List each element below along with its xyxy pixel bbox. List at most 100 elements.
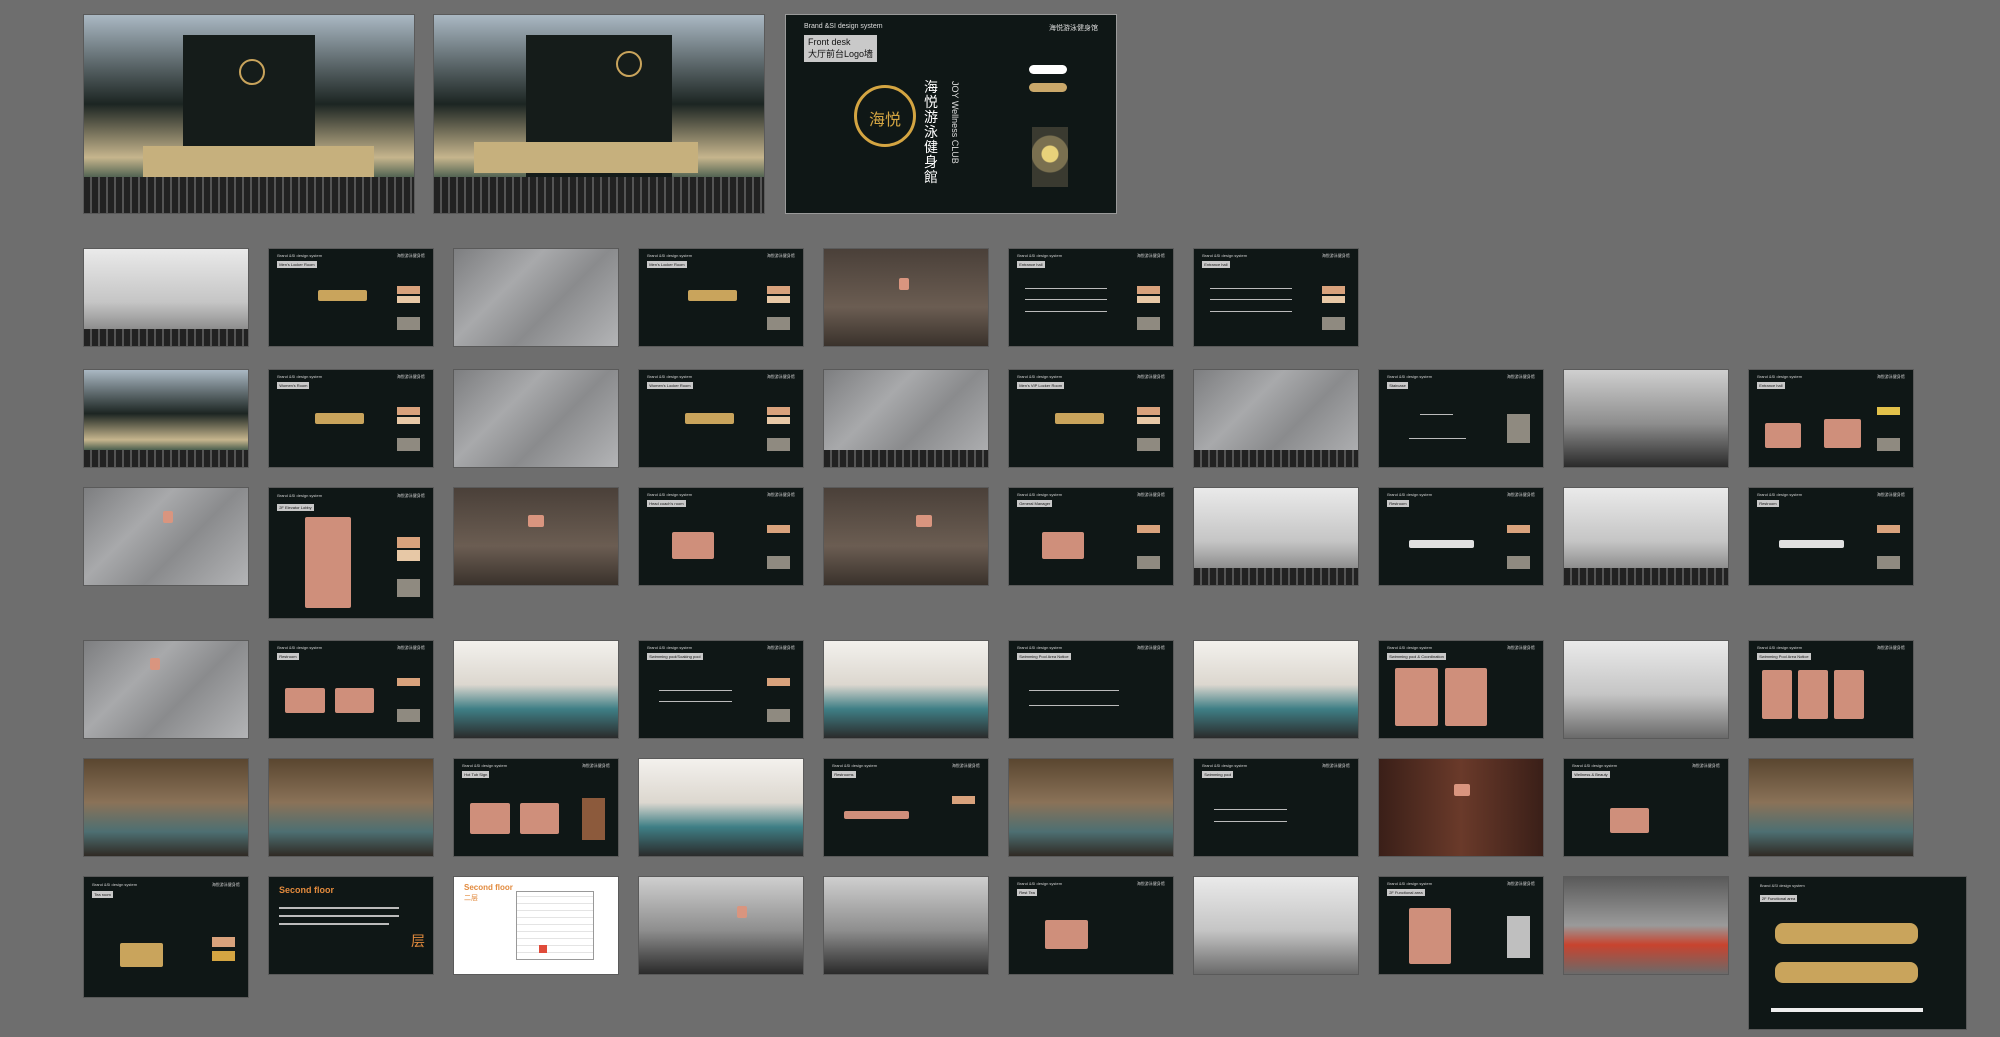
thumbnail-pool-render-4[interactable] xyxy=(638,758,804,857)
thumbnail-pool-render-3[interactable] xyxy=(1193,640,1359,739)
thumbnail-pool-render-5[interactable] xyxy=(1008,758,1174,857)
material-photo xyxy=(1506,915,1530,959)
board-header-left: Brand &SI design system xyxy=(1017,644,1063,650)
thumbnail-spa-render-2[interactable] xyxy=(268,758,434,857)
sign-preview xyxy=(318,289,368,302)
thumbnail-marble-render[interactable] xyxy=(453,248,619,347)
material-swatch-white xyxy=(1029,65,1067,74)
floor-pattern xyxy=(84,328,248,346)
thumbnail-restroom-render[interactable] xyxy=(1563,487,1729,586)
thumbnail-door-render-3[interactable] xyxy=(1378,758,1544,857)
material-swatch xyxy=(1876,524,1900,533)
thumbnail-entrance-hall-spec-3[interactable]: Brand &SI design system 海悦游泳健身馆 Entrance… xyxy=(1748,369,1914,468)
thumbnail-restroom-spec[interactable]: Brand &SI design system 海悦游泳健身馆 Restroom xyxy=(1378,487,1544,586)
floor-pattern xyxy=(84,177,414,213)
board-header-right: 海悦游泳健身馆 xyxy=(1136,491,1165,497)
material-swatch xyxy=(1136,295,1160,304)
hanging-directory-sign xyxy=(1775,962,1919,984)
sign-preview xyxy=(334,687,374,713)
thumbnail-marble-render-3[interactable] xyxy=(823,369,989,468)
thumbnail-2f-functional-spec-2[interactable]: Brand &SI design system 2F Functional ar… xyxy=(1748,876,1967,1030)
sign-preview xyxy=(285,687,325,713)
thumbnail-corridor-render-4[interactable] xyxy=(823,876,989,975)
material-swatch xyxy=(1321,285,1345,294)
thumbnail-entrance-hall-spec[interactable]: Brand &SI design system 海悦游泳健身馆 Entrance… xyxy=(1008,248,1174,347)
board-header-left: Brand &SI design system xyxy=(1757,373,1803,379)
sign-preview xyxy=(671,531,715,559)
thumbnail-door-render-2[interactable] xyxy=(823,487,989,586)
thumbnail-pool-render[interactable] xyxy=(453,640,619,739)
board-label: Entrance hall xyxy=(1202,260,1230,268)
thumbnail-spa-render[interactable] xyxy=(83,758,249,857)
board-label: Entrance hall xyxy=(1757,381,1785,389)
thumbnail-pool-notice-spec[interactable]: Brand &SI design system 海悦游泳健身馆 Swimming… xyxy=(1008,640,1174,739)
thumbnail-front-desk-render-2[interactable] xyxy=(433,14,765,214)
board-header-right: 海悦游泳健身馆 xyxy=(1691,762,1720,768)
directory-line xyxy=(658,689,733,691)
thumbnail-glass-corridor-render[interactable] xyxy=(638,876,804,975)
thumbnail-marble-render-2[interactable] xyxy=(453,369,619,468)
thumbnail-womens-locker-spec[interactable]: Brand &SI design system 海悦游泳健身馆 Women's … xyxy=(638,369,804,468)
thumbnail-tea-room-spec[interactable]: Brand &SI design system 海悦游泳健身馆 Tea room xyxy=(83,876,249,998)
board-header-left: Brand &SI design system xyxy=(277,373,323,379)
sign-preview xyxy=(843,811,910,820)
thumbnail-restrooms-spec[interactable]: Brand &SI design system 海悦游泳健身馆 Restroom… xyxy=(823,758,989,857)
material-swatch xyxy=(766,406,790,415)
thumbnail-front-desk-spec-board[interactable]: Brand &SI design system 海悦游泳健身馆 Front de… xyxy=(785,14,1117,214)
thumbnail-corridor-render-2[interactable] xyxy=(1563,369,1729,468)
thumbnail-head-coach-room-spec[interactable]: Brand &SI design system 海悦游泳健身馆 Head coa… xyxy=(638,487,804,586)
board-header-left: Brand &SI design system xyxy=(647,491,693,497)
thumbnail-second-floor-title[interactable]: Second floor 层 xyxy=(268,876,434,975)
thumbnail-pool-render-2[interactable] xyxy=(823,640,989,739)
thumbnail-pool-notice-spec-2[interactable]: Brand &SI design system 海悦游泳健身馆 Swimming… xyxy=(1748,640,1914,739)
board-header-right: 海悦游泳健身馆 xyxy=(396,373,425,379)
sign-preview xyxy=(1765,423,1802,448)
thumbnail-restroom-spec-3[interactable]: Brand &SI design system 海悦游泳健身馆 Restroom xyxy=(268,640,434,739)
thumbnail-lounge-render-2[interactable] xyxy=(1563,876,1729,975)
thumbnail-entrance-hall-spec-2[interactable]: Brand &SI design system 海悦游泳健身馆 Entrance… xyxy=(1193,248,1359,347)
board-label: Men's Locker Room xyxy=(647,260,687,268)
board-header-left: Brand &SI design system xyxy=(1757,644,1803,650)
thumbnail-pool-coordination-spec[interactable]: Brand &SI design system 海悦游泳健身馆 Swimming… xyxy=(1378,640,1544,739)
thumbnail-front-desk-render-1[interactable] xyxy=(83,14,415,214)
thumbnail-door-render[interactable] xyxy=(453,487,619,586)
board-header-left: Brand &SI design system xyxy=(647,644,693,650)
material-photo xyxy=(1876,555,1900,570)
thumbnail-restroom-spec-2[interactable]: Brand &SI design system 海悦游泳健身馆 Restroom xyxy=(1748,487,1914,586)
thumbnail-wellness-beauty-spec[interactable]: Brand &SI design system 海悦游泳健身馆 Wellness… xyxy=(1563,758,1729,857)
thumbnail-pool-soaking-spec[interactable]: Brand &SI design system 海悦游泳健身馆 Swimming… xyxy=(638,640,804,739)
plan-title-cn: 二层 xyxy=(464,895,478,902)
thumbnail-mens-vip-locker-spec[interactable]: Brand &SI design system 海悦游泳健身馆 Men's VI… xyxy=(1008,369,1174,468)
thumbnail-tea-room-render[interactable] xyxy=(1748,758,1914,857)
thumbnail-marble-render-4[interactable] xyxy=(1193,369,1359,468)
directory-sign xyxy=(1408,908,1452,965)
thumbnail-room-render[interactable] xyxy=(1563,640,1729,739)
thumbnail-lounge-render[interactable] xyxy=(1193,876,1359,975)
thumbnail-second-floor-plan[interactable]: Second floor 二层 xyxy=(453,876,619,975)
thumbnail-lobby-render[interactable] xyxy=(83,248,249,347)
board-header-right: 海悦游泳健身馆 xyxy=(1049,24,1098,32)
board-header-left: Brand &SI design system xyxy=(1017,373,1063,379)
thumbnail-staircase-spec[interactable]: Brand &SI design system 海悦游泳健身馆 Staircas… xyxy=(1378,369,1544,468)
material-swatch xyxy=(396,295,420,304)
board-header-left: Brand &SI design system xyxy=(1387,373,1433,379)
thumbnail-rest-tea-spec[interactable]: Brand &SI design system 海悦游泳健身馆 Rest Tea xyxy=(1008,876,1174,975)
thumbnail-reception-render[interactable] xyxy=(83,369,249,468)
thumbnail-mens-locker-spec-2[interactable]: Brand &SI design system 海悦游泳健身馆 Men's Lo… xyxy=(638,248,804,347)
board-header-right: 海悦游泳健身馆 xyxy=(766,373,795,379)
thumbnail-mens-locker-spec[interactable]: Brand &SI design system 海悦游泳健身馆 Men's Lo… xyxy=(268,248,434,347)
thumbnail-elevator-render[interactable] xyxy=(83,487,249,586)
thumbnail-2f-functional-spec[interactable]: Brand &SI design system 海悦游泳健身馆 2F Funct… xyxy=(1378,876,1544,975)
thumbnail-corridor-render-3[interactable] xyxy=(1193,487,1359,586)
thumbnail-2f-elevator-lobby-spec[interactable]: Brand &SI design system 海悦游泳健身馆 2F Eleva… xyxy=(268,487,434,619)
directory-line xyxy=(1213,809,1288,811)
material-swatch xyxy=(766,416,790,425)
brand-name-en: JOY Wellness CLUB xyxy=(950,81,960,164)
thumbnail-swimming-pool-spec[interactable]: Brand &SI design system 海悦游泳健身馆 Swimming… xyxy=(1193,758,1359,857)
thumbnail-marble-render-5[interactable] xyxy=(83,640,249,739)
thumbnail-hot-tub-spec[interactable]: Brand &SI design system 海悦游泳健身馆 Hot Tub … xyxy=(453,758,619,857)
thumbnail-corridor-render[interactable] xyxy=(823,248,989,347)
thumbnail-womens-room-spec[interactable]: Brand &SI design system 海悦游泳健身馆 Women's … xyxy=(268,369,434,468)
thumbnail-general-manager-spec[interactable]: Brand &SI design system 海悦游泳健身馆 General … xyxy=(1008,487,1174,586)
sign-preview xyxy=(1609,807,1650,833)
